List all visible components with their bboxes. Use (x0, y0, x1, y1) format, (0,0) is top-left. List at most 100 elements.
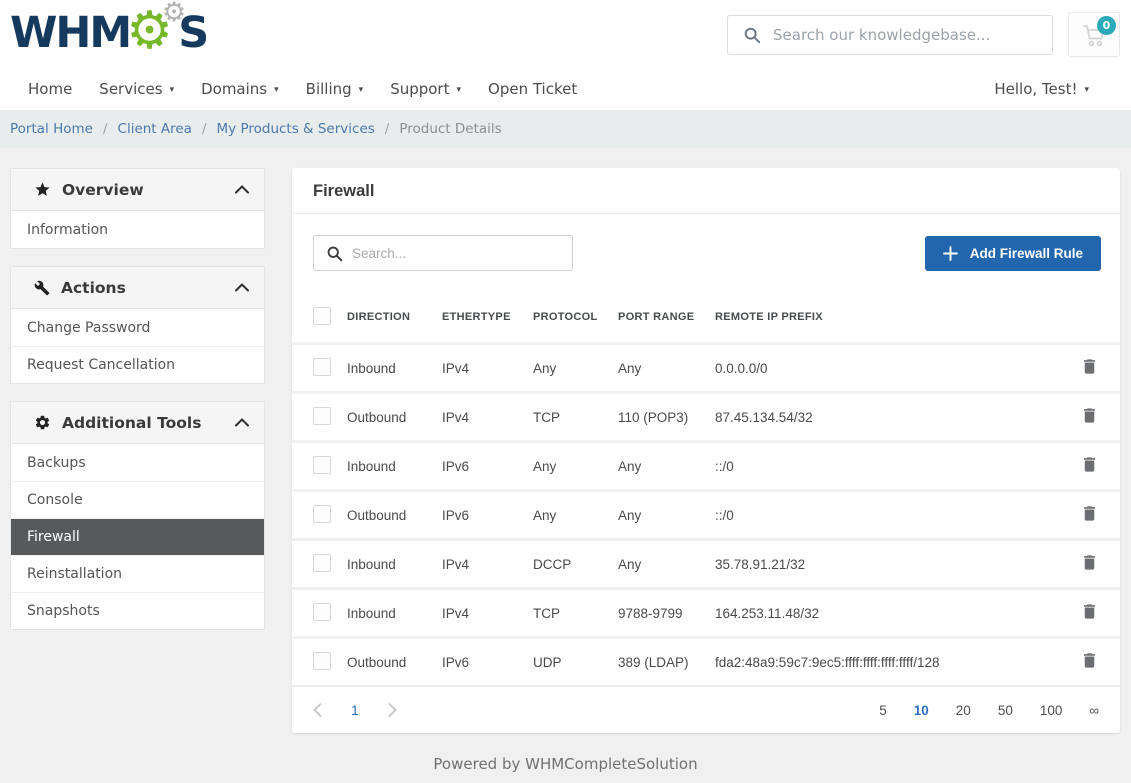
account-menu[interactable]: Hello, Test! ▾ (994, 80, 1089, 98)
page-size-5[interactable]: 5 (879, 703, 887, 718)
trash-icon[interactable] (1080, 357, 1099, 376)
table-row: Outbound IPv6 UDP 389 (LDAP) fda2:48a9:5… (292, 636, 1120, 685)
content-area: Overview Information Actions Change (0, 148, 1131, 733)
site-header: WHM ⚙ ⚙ S 0 Home Services ▾ Domains ▾ B (0, 0, 1131, 110)
page-size-50[interactable]: 50 (998, 703, 1013, 718)
row-checkbox[interactable] (313, 505, 347, 526)
breadcrumb-client-area[interactable]: Client Area (118, 121, 192, 137)
nav-item-billing[interactable]: Billing ▾ (306, 80, 364, 98)
table-row: Outbound IPv6 Any Any ::/0 (292, 489, 1120, 538)
gear-icon: ⚙ (162, 0, 186, 26)
caret-down-icon: ▾ (456, 83, 461, 95)
table-row: Inbound IPv6 Any Any ::/0 (292, 440, 1120, 489)
sidebar-panel-actions-header[interactable]: Actions (11, 267, 264, 309)
sidebar-item-change-password[interactable]: Change Password (11, 309, 264, 346)
nav-item-home[interactable]: Home (28, 80, 72, 98)
breadcrumb-current: Product Details (399, 121, 501, 137)
row-checkbox[interactable] (313, 407, 347, 428)
sidebar-item-snapshots[interactable]: Snapshots (11, 592, 264, 629)
knowledgebase-search-input[interactable] (773, 26, 1052, 44)
column-header-port-range: PORT RANGE (618, 311, 715, 323)
sidebar-item-backups[interactable]: Backups (11, 444, 264, 481)
knowledgebase-search (727, 15, 1053, 55)
table-row: Inbound IPv4 DCCP Any 35.78.91.21/32 (292, 538, 1120, 587)
table-header-row: DIRECTION ETHERTYPE PROTOCOL PORT RANGE … (292, 292, 1120, 342)
sidebar-item-reinstallation[interactable]: Reinstallation (11, 555, 264, 592)
logo-gear-cluster: ⚙ ⚙ (129, 6, 179, 60)
caret-down-icon: ▾ (170, 83, 175, 95)
firewall-toolbar: Add Firewall Rule (292, 214, 1120, 292)
trash-icon[interactable] (1080, 651, 1099, 670)
row-checkbox[interactable] (313, 652, 347, 673)
page-size-100[interactable]: 100 (1040, 703, 1063, 718)
chevron-left-icon[interactable] (313, 703, 322, 717)
page-size-20[interactable]: 20 (956, 703, 971, 718)
trash-icon[interactable] (1080, 406, 1099, 425)
sidebar-item-firewall[interactable]: Firewall (11, 518, 264, 555)
nav-item-support[interactable]: Support ▾ (390, 80, 461, 98)
sidebar-panel-overview: Overview Information (10, 168, 265, 249)
chevron-up-icon (235, 185, 249, 194)
account-label: Hello, Test! (994, 80, 1077, 98)
nav-item-domains[interactable]: Domains ▾ (201, 80, 279, 98)
column-header-direction: DIRECTION (347, 311, 442, 323)
sidebar-panel-overview-header[interactable]: Overview (11, 169, 264, 211)
footer-text: Powered by WHMCompleteSolution (0, 755, 1131, 773)
breadcrumb: Portal Home / Client Area / My Products … (0, 110, 1131, 148)
caret-down-icon: ▾ (274, 83, 279, 95)
column-header-protocol: PROTOCOL (533, 311, 618, 323)
page-size-infinity[interactable]: ∞ (1089, 703, 1099, 718)
nav-item-services[interactable]: Services ▾ (99, 80, 174, 98)
trash-icon[interactable] (1080, 455, 1099, 474)
column-header-ethertype: ETHERTYPE (442, 311, 533, 323)
trash-icon[interactable] (1080, 504, 1099, 523)
sidebar-panel-additional-tools: Additional Tools Backups Console Firewal… (10, 401, 265, 630)
table-row: Inbound IPv4 TCP 9788-9799 164.253.11.48… (292, 587, 1120, 636)
pagination-bar: 1 5 10 20 50 100 ∞ (292, 685, 1120, 733)
trash-icon[interactable] (1080, 602, 1099, 621)
chevron-up-icon (235, 418, 249, 427)
caret-down-icon: ▾ (359, 83, 364, 95)
plus-icon (943, 246, 958, 261)
logo-text-whm: WHM (10, 8, 130, 58)
page-size-selector: 5 10 20 50 100 ∞ (879, 703, 1099, 718)
whmcs-logo[interactable]: WHM ⚙ ⚙ S (10, 6, 207, 60)
sidebar-panel-additional-tools-header[interactable]: Additional Tools (11, 402, 264, 444)
row-checkbox[interactable] (313, 358, 347, 379)
page-title: Firewall (292, 168, 1120, 214)
column-header-remote-ip-prefix: REMOTE IP PREFIX (715, 311, 1059, 323)
gear-icon (34, 414, 51, 431)
chevron-up-icon (235, 283, 249, 292)
chevron-right-icon[interactable] (388, 703, 397, 717)
row-checkbox[interactable] (313, 554, 347, 575)
page-size-10[interactable]: 10 (914, 703, 929, 718)
table-row: Outbound IPv4 TCP 110 (POP3) 87.45.134.5… (292, 391, 1120, 440)
row-checkbox[interactable] (313, 603, 347, 624)
wrench-icon (34, 280, 50, 296)
add-firewall-rule-button[interactable]: Add Firewall Rule (925, 236, 1101, 271)
caret-down-icon: ▾ (1084, 83, 1089, 95)
row-checkbox[interactable] (313, 456, 347, 477)
table-search (313, 235, 573, 271)
nav-item-open-ticket[interactable]: Open Ticket (488, 80, 577, 98)
page-number[interactable]: 1 (351, 702, 359, 718)
search-icon (326, 245, 343, 262)
sidebar: Overview Information Actions Change (10, 168, 265, 647)
table-search-input[interactable] (352, 246, 572, 261)
cart-count-badge: 0 (1097, 16, 1116, 35)
search-icon (743, 26, 761, 44)
trash-icon[interactable] (1080, 553, 1099, 572)
breadcrumb-my-products[interactable]: My Products & Services (217, 121, 375, 137)
table-row: Inbound IPv4 Any Any 0.0.0.0/0 (292, 342, 1120, 391)
sidebar-item-request-cancellation[interactable]: Request Cancellation (11, 346, 264, 383)
star-icon (34, 181, 51, 198)
sidebar-item-console[interactable]: Console (11, 481, 264, 518)
breadcrumb-portal-home[interactable]: Portal Home (10, 121, 93, 137)
firewall-panel: Firewall Add Firewall Rule DIRECTION ETH… (292, 168, 1120, 733)
sidebar-item-information[interactable]: Information (11, 211, 264, 248)
sidebar-panel-actions: Actions Change Password Request Cancella… (10, 266, 265, 384)
cart-button[interactable]: 0 (1068, 12, 1120, 57)
select-all-checkbox[interactable] (313, 307, 347, 328)
pager: 1 (313, 702, 397, 718)
main-navigation: Home Services ▾ Domains ▾ Billing ▾ Supp… (28, 80, 577, 98)
